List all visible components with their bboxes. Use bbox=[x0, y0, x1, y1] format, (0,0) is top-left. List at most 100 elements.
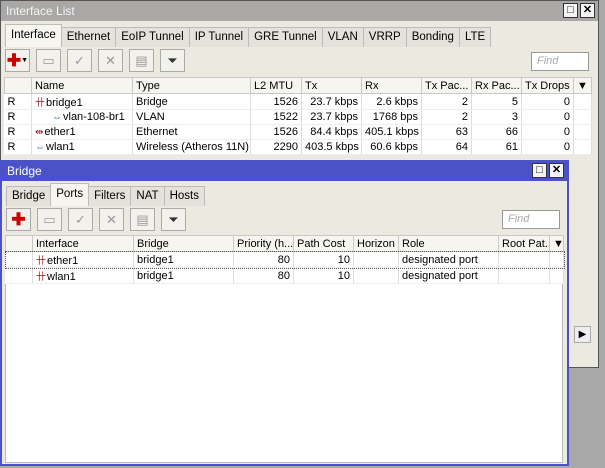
remove-button[interactable]: ▭ bbox=[36, 49, 61, 72]
vlan-icon: ⇔ bbox=[52, 112, 62, 123]
close-button[interactable]: ✕ bbox=[580, 3, 595, 18]
tx: 84.4 kbps bbox=[301, 124, 362, 140]
table-row[interactable]: R ⇔vlan-108-br1 VLAN 1522 23.7 kbps 1768 bps 2… bbox=[4, 109, 592, 125]
comment-button[interactable]: ▤ bbox=[130, 208, 155, 231]
column-header[interactable]: Path Cost bbox=[293, 235, 354, 252]
window-title-bar[interactable]: Interface List □ ✕ bbox=[1, 1, 598, 21]
l2mtu: 1526 bbox=[250, 124, 302, 140]
table-row[interactable]: R ⇔wlan1 Wireless (Atheros 11N) 2290 403.5 k… bbox=[4, 139, 592, 155]
maximize-button[interactable]: □ bbox=[563, 3, 578, 18]
tab-vlan[interactable]: VLAN bbox=[321, 27, 364, 47]
bridge-tabs: Bridge Ports Filters NAT Hosts bbox=[6, 183, 205, 206]
tab-interface[interactable]: Interface bbox=[5, 24, 62, 47]
tab-hosts[interactable]: Hosts bbox=[163, 186, 205, 206]
interface: wlan1 bbox=[47, 271, 76, 283]
window-title-bar[interactable]: Bridge □ ✕ bbox=[2, 161, 567, 181]
column-header[interactable]: Tx Pac... bbox=[421, 77, 472, 94]
column-header[interactable]: Horizon bbox=[353, 235, 399, 252]
column-header[interactable]: Role bbox=[398, 235, 499, 252]
close-button[interactable]: ✕ bbox=[549, 163, 564, 178]
tab-bridge[interactable]: Bridge bbox=[6, 186, 52, 206]
filter-button[interactable]: ⏷ bbox=[160, 49, 185, 72]
flag: R bbox=[4, 139, 32, 155]
comment-button[interactable]: ▤ bbox=[129, 49, 154, 72]
filter-button[interactable]: ⏷ bbox=[161, 208, 186, 231]
flag: R bbox=[4, 124, 32, 140]
column-header[interactable]: Interface bbox=[32, 235, 134, 252]
txp: 64 bbox=[421, 139, 472, 155]
remove-button[interactable]: ▭ bbox=[37, 208, 62, 231]
flag bbox=[5, 267, 33, 284]
column-header[interactable]: Type bbox=[132, 77, 251, 94]
type: VLAN bbox=[132, 109, 251, 125]
flag: R bbox=[4, 109, 32, 125]
table-row[interactable]: 卄wlan1 bridge1 80 10 designated port bbox=[5, 267, 564, 284]
disable-button[interactable]: ✕ bbox=[98, 49, 123, 72]
column-header[interactable]: Priority (h... bbox=[233, 235, 294, 252]
txp: 63 bbox=[421, 124, 472, 140]
table-row[interactable]: R ⇹ether1 Ethernet 1526 84.4 kbps 405.1 kbps 6… bbox=[4, 124, 592, 140]
tx: 403.5 kbps bbox=[301, 139, 362, 155]
name: vlan-108-br1 bbox=[63, 111, 125, 123]
name-cell: ⇔vlan-108-br1 bbox=[31, 109, 133, 125]
bridge-icon: 卄 bbox=[35, 98, 45, 109]
rx: 1768 bps bbox=[361, 109, 422, 125]
spacer bbox=[573, 93, 592, 110]
txp: 2 bbox=[421, 109, 472, 125]
add-button[interactable]: ✚ bbox=[6, 208, 31, 231]
spacer bbox=[573, 139, 592, 155]
interface: ether1 bbox=[47, 255, 79, 267]
tab-ip-tunnel[interactable]: IP Tunnel bbox=[188, 27, 250, 47]
tab-ports[interactable]: Ports bbox=[50, 183, 90, 206]
column-header[interactable]: Bridge bbox=[133, 235, 234, 252]
column-header[interactable]: Rx bbox=[361, 77, 422, 94]
path-cost: 10 bbox=[293, 267, 354, 284]
name-cell: ⇹ether1 bbox=[31, 124, 133, 140]
tab-lte[interactable]: LTE bbox=[458, 27, 492, 47]
ports-table: Interface Bridge Priority (h... Path Cost Ho… bbox=[4, 235, 565, 284]
path-cost: 10 bbox=[293, 251, 354, 268]
table-row[interactable]: 卄ether1 bridge1 80 10 designated port bbox=[4, 250, 565, 269]
find-input[interactable]: Find bbox=[531, 52, 589, 71]
root-path bbox=[498, 251, 550, 268]
add-button[interactable]: ✚ ▼ bbox=[5, 49, 30, 72]
tab-filters[interactable]: Filters bbox=[88, 186, 132, 206]
tx: 23.7 kbps bbox=[301, 109, 362, 125]
column-header[interactable]: Tx bbox=[301, 77, 362, 94]
column-header[interactable] bbox=[4, 77, 32, 94]
tab-ethernet[interactable]: Ethernet bbox=[60, 27, 117, 47]
rxp: 61 bbox=[471, 139, 522, 155]
column-header[interactable]: Rx Pac... bbox=[471, 77, 522, 94]
window-title: Interface List bbox=[6, 4, 75, 18]
maximize-button[interactable]: □ bbox=[532, 163, 547, 178]
column-header[interactable]: Root Pat... bbox=[498, 235, 550, 252]
l2mtu: 2290 bbox=[250, 139, 302, 155]
table-row[interactable]: R 卄bridge1 Bridge 1526 23.7 kbps 2.6 kbps 2 5 0 bbox=[4, 93, 592, 110]
column-header[interactable] bbox=[5, 235, 33, 252]
tx: 23.7 kbps bbox=[301, 93, 362, 110]
column-header[interactable]: Name bbox=[31, 77, 133, 94]
horizon bbox=[353, 267, 399, 284]
tab-vrrp[interactable]: VRRP bbox=[362, 27, 407, 47]
name: wlan1 bbox=[46, 141, 75, 153]
bridge-window: Bridge □ ✕ Bridge Ports Filters NAT Hosts ✚ ▭… bbox=[0, 160, 569, 466]
role: designated port bbox=[398, 267, 499, 284]
column-menu-button[interactable]: ▼ bbox=[573, 77, 592, 94]
scroll-right-button[interactable]: ▶ bbox=[574, 326, 591, 343]
wireless-icon: ⇔ bbox=[35, 142, 45, 153]
column-header[interactable]: Tx Drops bbox=[521, 77, 574, 94]
tab-gre-tunnel[interactable]: GRE Tunnel bbox=[248, 27, 323, 47]
disable-button[interactable]: ✕ bbox=[99, 208, 124, 231]
txd: 0 bbox=[521, 109, 574, 125]
tab-eoip-tunnel[interactable]: EoIP Tunnel bbox=[115, 27, 190, 47]
find-input[interactable]: Find bbox=[502, 210, 560, 229]
tab-nat[interactable]: NAT bbox=[130, 186, 165, 206]
txp: 2 bbox=[421, 93, 472, 110]
spacer bbox=[573, 124, 592, 140]
tab-bonding[interactable]: Bonding bbox=[405, 27, 460, 47]
column-header[interactable]: L2 MTU bbox=[250, 77, 302, 94]
column-menu-button[interactable]: ▼ bbox=[549, 235, 564, 252]
enable-button[interactable]: ✓ bbox=[67, 49, 92, 72]
l2mtu: 1522 bbox=[250, 109, 302, 125]
enable-button[interactable]: ✓ bbox=[68, 208, 93, 231]
